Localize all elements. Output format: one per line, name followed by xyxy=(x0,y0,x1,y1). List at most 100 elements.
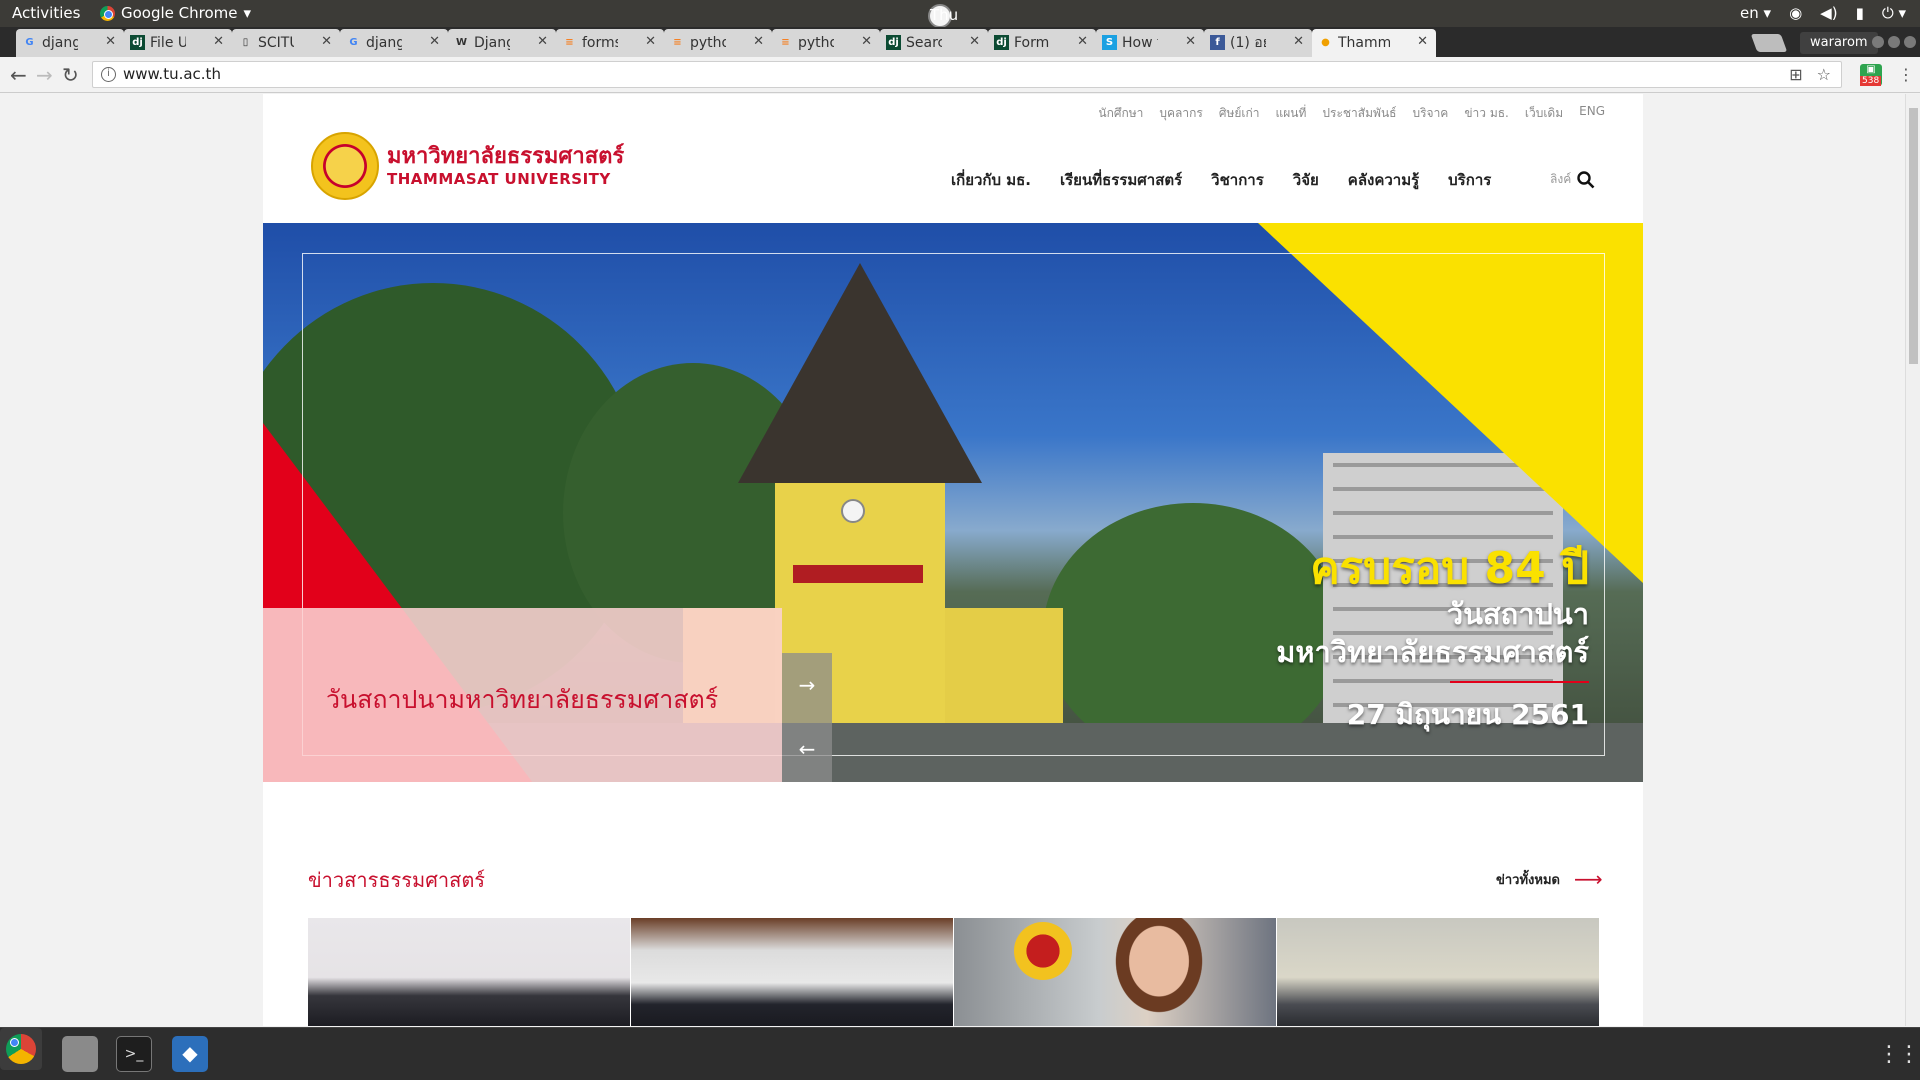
new-tab-button[interactable] xyxy=(1750,34,1788,52)
bookmark-star-icon[interactable]: ☆ xyxy=(1817,62,1831,87)
util-link-students[interactable]: นักศึกษา xyxy=(1098,104,1143,123)
news-card-image[interactable] xyxy=(308,918,630,1026)
util-link-pr[interactable]: ประชาสัมพันธ์ xyxy=(1322,104,1396,123)
scrollbar-thumb[interactable] xyxy=(1909,108,1918,364)
stackoverflow-icon: ≡ xyxy=(673,37,682,48)
main-nav: เกี่ยวกับ มธ. เรียนที่ธรรมศาสตร์ วิชาการ… xyxy=(951,168,1491,192)
tab-title: python - H xyxy=(690,35,726,51)
university-logo[interactable]: มหาวิทยาลัยธรรมศาสตร์ THAMMASAT UNIVERSI… xyxy=(311,132,624,200)
links-label[interactable]: ลิงค์ xyxy=(1550,170,1571,189)
extension-icon[interactable]: ▣ 538 xyxy=(1860,64,1882,86)
system-tray[interactable]: en ▾ ◉ ◀) ▮ ⏻ ▾ xyxy=(1740,4,1906,22)
nav-study[interactable]: เรียนที่ธรรมศาสตร์ xyxy=(1060,168,1182,192)
reload-icon[interactable]: ↻ xyxy=(62,63,79,87)
hero-slider[interactable]: วันสถาปนามหาวิทยาลัยธรรมศาสตร์ → ← ครบรอ… xyxy=(263,223,1643,782)
close-tab-icon[interactable]: ✕ xyxy=(969,34,980,49)
browser-tab[interactable]: S How to Up ✕ xyxy=(1096,29,1204,57)
news-card-image[interactable] xyxy=(954,918,1276,1026)
page-scrollbar[interactable] xyxy=(1905,94,1920,1026)
logo-english-name: THAMMASAT UNIVERSITY xyxy=(387,170,611,188)
browser-tab[interactable]: Gdjango upl ✕ xyxy=(16,29,124,57)
translate-icon[interactable]: ⊞ xyxy=(1789,62,1802,87)
prev-arrow-icon[interactable]: ← xyxy=(782,717,832,781)
hero-caption[interactable]: วันสถาปนามหาวิทยาลัยธรรมศาสตร์ xyxy=(326,680,718,720)
battery-icon[interactable]: ▮ xyxy=(1856,4,1864,22)
forward-icon[interactable]: → xyxy=(36,63,53,87)
system-clock[interactable]: Thu 15:45 xyxy=(928,4,973,42)
close-tab-icon[interactable]: ✕ xyxy=(1293,34,1304,49)
volume-icon[interactable]: ◀) xyxy=(1820,4,1837,22)
back-icon[interactable]: ← xyxy=(10,63,27,87)
profile-button[interactable]: wararom xyxy=(1800,32,1878,54)
close-tab-icon[interactable]: ✕ xyxy=(213,34,224,49)
close-tab-icon[interactable]: ✕ xyxy=(645,34,656,49)
maximize-button[interactable] xyxy=(1888,36,1900,48)
browser-tab-active[interactable]: ● Thammasa ✕ xyxy=(1312,29,1436,57)
browser-tab[interactable]: dj Search | Dj ✕ xyxy=(880,29,988,57)
nav-services[interactable]: บริการ xyxy=(1448,168,1491,192)
close-tab-icon[interactable]: ✕ xyxy=(321,34,332,49)
browser-tab[interactable]: ≡ python - H ✕ xyxy=(664,29,772,57)
hero-subtitle: วันสถาปนา มหาวิทยาลัยธรรมศาสตร์ xyxy=(1276,595,1589,671)
hero-sub2: มหาวิทยาลัยธรรมศาสตร์ xyxy=(1276,635,1589,669)
close-tab-icon[interactable]: ✕ xyxy=(753,34,764,49)
chrome-menu-icon[interactable]: ⋮ xyxy=(1898,65,1914,84)
next-arrow-icon[interactable]: → xyxy=(782,653,832,717)
app-menu[interactable]: Google Chrome ▾ xyxy=(100,4,251,22)
close-tab-icon[interactable]: ✕ xyxy=(1417,34,1428,49)
tab-title: Thammasa xyxy=(1338,35,1390,51)
tab-title: python - H xyxy=(798,35,834,51)
util-link-donate[interactable]: บริจาค xyxy=(1412,104,1448,123)
util-link-news[interactable]: ข่าว มธ. xyxy=(1464,104,1509,123)
util-link-map[interactable]: แผนที่ xyxy=(1276,104,1307,123)
s-site-icon: S xyxy=(1102,35,1117,50)
browser-tab[interactable]: dj Formsets | ✕ xyxy=(988,29,1096,57)
activities-button[interactable]: Activities xyxy=(12,4,80,22)
tab-title: django del xyxy=(366,35,402,51)
browser-tab[interactable]: Gdjango del ✕ xyxy=(340,29,448,57)
close-window-button[interactable] xyxy=(1904,36,1916,48)
close-tab-icon[interactable]: ✕ xyxy=(1077,34,1088,49)
news-card-image[interactable] xyxy=(631,918,953,1026)
tab-title: Search | Dj xyxy=(906,35,942,51)
browser-toolbar: ← → ↻ i www.tu.ac.th ⊞ ☆ ▣ 538 ⋮ xyxy=(0,57,1920,93)
browser-tab[interactable]: ▯ SCITU ✕ xyxy=(232,29,340,57)
power-icon[interactable]: ⏻ ▾ xyxy=(1882,4,1906,22)
search-icon[interactable] xyxy=(1577,170,1595,189)
nav-academics[interactable]: วิชาการ xyxy=(1211,168,1264,192)
util-link-alumni[interactable]: ศิษย์เก่า xyxy=(1219,104,1260,123)
browser-tab[interactable]: dj File Uploac ✕ xyxy=(124,29,232,57)
util-link-english[interactable]: ENG xyxy=(1579,104,1605,123)
close-tab-icon[interactable]: ✕ xyxy=(861,34,872,49)
page-viewport: นักศึกษา บุคลากร ศิษย์เก่า แผนที่ ประชาส… xyxy=(0,94,1905,1026)
close-tab-icon[interactable]: ✕ xyxy=(537,34,548,49)
browser-tab[interactable]: ≡ python - H ✕ xyxy=(772,29,880,57)
vscode-launcher-icon[interactable]: ◆ xyxy=(172,1036,208,1072)
close-tab-icon[interactable]: ✕ xyxy=(105,34,116,49)
minimize-button[interactable] xyxy=(1872,36,1884,48)
close-tab-icon[interactable]: ✕ xyxy=(1185,34,1196,49)
wifi-icon[interactable]: ◉ xyxy=(1789,4,1802,22)
close-tab-icon[interactable]: ✕ xyxy=(429,34,440,49)
browser-tab[interactable]: f (1) อย่าลืม ✕ xyxy=(1204,29,1312,57)
language-indicator[interactable]: en ▾ xyxy=(1740,4,1771,22)
nav-about[interactable]: เกี่ยวกับ มธ. xyxy=(951,168,1031,192)
browser-tab[interactable]: W Django ad ✕ xyxy=(448,29,556,57)
util-link-old-site[interactable]: เว็บเดิม xyxy=(1525,104,1563,123)
info-icon[interactable]: i xyxy=(101,67,116,82)
chrome-launcher[interactable] xyxy=(0,1028,42,1070)
browser-tab[interactable]: ≡ forms - De ✕ xyxy=(556,29,664,57)
show-apps-icon[interactable]: ⋮⋮⋮ xyxy=(1878,1042,1920,1067)
news-card-image[interactable] xyxy=(1277,918,1599,1026)
all-news-label: ข่าวทั้งหมด xyxy=(1496,872,1560,888)
all-news-link[interactable]: ข่าวทั้งหมด ⟶ xyxy=(1496,867,1603,891)
nav-research[interactable]: วิจัย xyxy=(1293,168,1319,192)
page-icon: ▯ xyxy=(242,37,249,48)
files-launcher-icon[interactable] xyxy=(62,1036,98,1072)
address-bar[interactable]: i www.tu.ac.th ⊞ ☆ xyxy=(92,61,1842,88)
util-link-staff[interactable]: บุคลากร xyxy=(1159,104,1202,123)
hero-date: 27 มิถุนายน 2561 xyxy=(1346,698,1589,731)
os-top-bar: Activities Google Chrome ▾ Thu 15:45 en … xyxy=(0,0,1920,42)
terminal-launcher-icon[interactable]: >_ xyxy=(116,1036,152,1072)
nav-knowledge[interactable]: คลังความรู้ xyxy=(1348,168,1419,192)
